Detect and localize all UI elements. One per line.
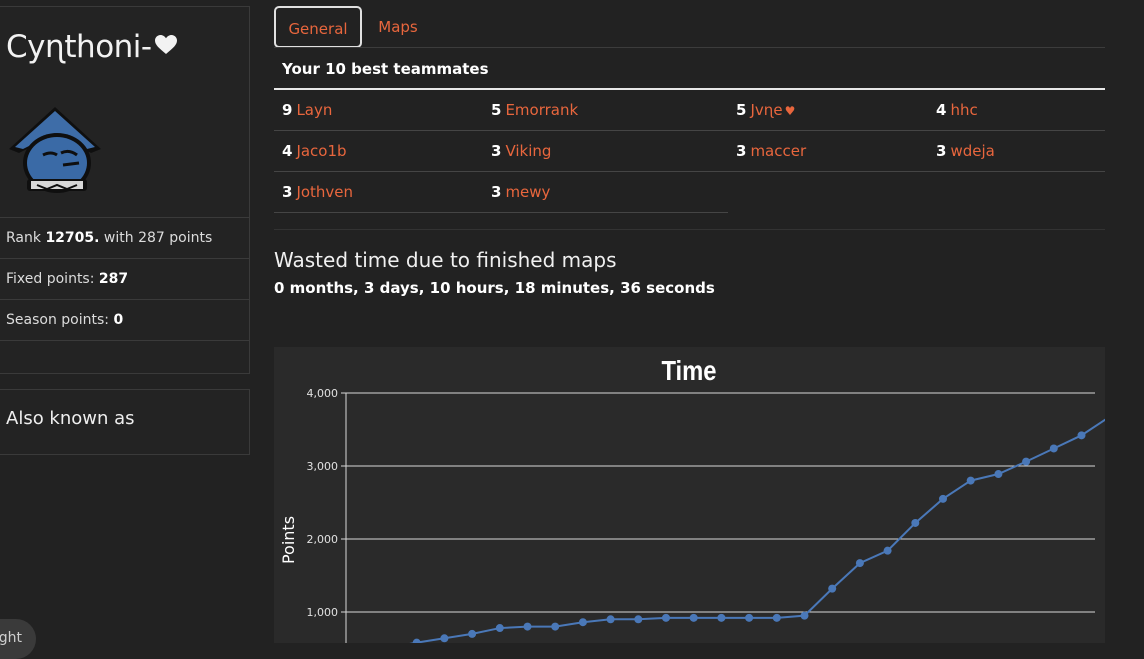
teammate-link[interactable]: Layn: [296, 101, 332, 119]
chart-data-point[interactable]: [468, 629, 477, 638]
teammate-item: 3 Viking: [491, 142, 551, 160]
row-divider: [274, 130, 1105, 131]
profile-card: Cyɳthoni- Rank 12705. with 287 points Fi…: [0, 6, 250, 374]
chart-data-point[interactable]: [939, 494, 947, 503]
teammate-link[interactable]: Jvɳe: [750, 101, 782, 119]
chart-data-point[interactable]: [911, 518, 920, 527]
points-chart-svg: Time Points 1,000 2,000 3,000 4,000: [279, 354, 1105, 643]
fixed-points-row: Fixed points: 287: [0, 258, 249, 298]
teammate-item: 3 mewy: [491, 183, 550, 201]
bottom-pill-button[interactable]: ght: [0, 619, 36, 659]
teammate-item: 9 Layn: [282, 101, 332, 119]
also-known-as-title: Also known as: [6, 408, 135, 429]
chart-data-point[interactable]: [1077, 431, 1086, 440]
teammate-item: 4 hhc: [936, 101, 978, 119]
teammate-link[interactable]: mewy: [505, 183, 550, 201]
empty-row: [0, 340, 249, 374]
chart-data-point[interactable]: [1049, 444, 1058, 453]
rank-row: Rank 12705. with 287 points: [0, 217, 249, 257]
teammate-item: 3 wdeja: [936, 142, 995, 160]
chart-data-point[interactable]: [994, 470, 1003, 479]
teammate-item: 5 Emorrank: [491, 101, 578, 119]
chart-data-point[interactable]: [828, 584, 837, 593]
chart-data-point[interactable]: [440, 634, 449, 643]
fixed-points-label: Fixed points:: [6, 271, 95, 287]
section-divider: [274, 229, 1105, 230]
teammate-link[interactable]: Emorrank: [505, 101, 578, 119]
points-chart: Time Points 1,000 2,000 3,000 4,000: [274, 347, 1105, 643]
chart-title: Time: [661, 354, 716, 386]
chart-data-point[interactable]: [800, 611, 809, 620]
teammates-title: Your 10 best teammates: [282, 60, 489, 78]
chart-y-tick-label: 2,000: [307, 533, 339, 546]
heart-icon: ♥: [784, 104, 796, 118]
chart-data-point[interactable]: [634, 615, 643, 624]
teammate-count: 3: [491, 183, 502, 201]
chart-data-point[interactable]: [495, 624, 504, 633]
season-points-value: 0: [113, 312, 124, 328]
teammate-count: 4: [936, 101, 947, 119]
chart-data-point[interactable]: [689, 613, 698, 622]
tab-general[interactable]: General: [274, 6, 362, 48]
tab-maps[interactable]: Maps: [366, 6, 430, 48]
wasted-time-value: 0 months, 3 days, 10 hours, 18 minutes, …: [274, 279, 715, 297]
chart-series-line: [409, 418, 1105, 643]
teammate-count: 3: [491, 142, 502, 160]
chart-data-point[interactable]: [662, 613, 670, 622]
chart-data-point[interactable]: [523, 622, 532, 631]
chart-data-point[interactable]: [717, 613, 726, 622]
season-points-row: Season points: 0: [0, 299, 249, 339]
season-points-label: Season points:: [6, 312, 109, 328]
chart-data-point[interactable]: [966, 476, 975, 485]
teammate-item: 3 Jothven: [282, 183, 353, 201]
chart-y-tick-label: 1,000: [307, 606, 339, 619]
teammate-item: 4 Jaco1b: [282, 142, 347, 160]
chart-data-point[interactable]: [412, 638, 421, 643]
also-known-as-card: Also known as: [0, 389, 250, 455]
teammate-link[interactable]: Viking: [505, 142, 551, 160]
teammate-link[interactable]: Jothven: [296, 183, 353, 201]
rank-value: 12705.: [45, 230, 100, 246]
chart-y-axis-label: Points: [279, 516, 298, 564]
profile-name: Cyɳthoni-: [6, 29, 177, 65]
chart-data-point[interactable]: [606, 615, 615, 624]
profile-name-text: Cyɳthoni-: [6, 29, 152, 65]
chart-y-tick-label: 3,000: [307, 460, 339, 473]
teammate-count: 3: [936, 142, 947, 160]
teammate-link[interactable]: hhc: [950, 101, 977, 119]
chart-data-point[interactable]: [551, 622, 560, 631]
teammate-count: 4: [282, 142, 293, 160]
chart-data-point[interactable]: [1022, 457, 1031, 466]
teammate-count: 3: [282, 183, 293, 201]
teammate-item: 3 maccer: [736, 142, 806, 160]
teammate-count: 3: [736, 142, 747, 160]
wasted-time-title: Wasted time due to finished maps: [274, 248, 617, 272]
teammate-count: 9: [282, 101, 293, 119]
teammate-count: 5: [736, 101, 747, 119]
rank-points: with 287 points: [103, 230, 213, 246]
chart-data-point[interactable]: [855, 559, 864, 568]
chart-data-point[interactable]: [745, 613, 754, 622]
tab-divider: [274, 47, 1105, 48]
teammate-link[interactable]: wdeja: [950, 142, 994, 160]
chart-y-tick-label: 4,000: [307, 387, 339, 400]
avatar: [9, 107, 101, 193]
chart-data-point[interactable]: [578, 618, 587, 627]
teammate-link[interactable]: Jaco1b: [296, 142, 346, 160]
rank-label: Rank: [6, 230, 41, 246]
teammates-header-rule: [274, 88, 1105, 90]
teammate-link[interactable]: maccer: [750, 142, 806, 160]
row-divider: [274, 212, 728, 213]
teammate-count: 5: [491, 101, 502, 119]
teammate-item: 5 Jvɳe ♥: [736, 101, 795, 119]
fixed-points-value: 287: [98, 271, 129, 287]
heart-icon: [154, 35, 177, 54]
chart-data-point[interactable]: [772, 613, 781, 622]
chart-data-point[interactable]: [883, 546, 892, 555]
row-divider: [274, 171, 1105, 172]
